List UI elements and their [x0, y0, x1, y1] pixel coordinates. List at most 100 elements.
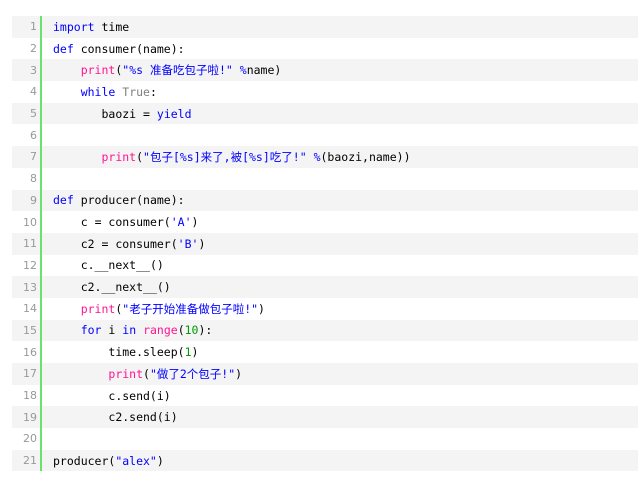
code-text: c2.send(i): [42, 410, 177, 424]
code-token: time: [94, 19, 130, 34]
code-token: consumer(: [108, 236, 178, 251]
line-number: 18: [12, 384, 42, 407]
code-line: 1 import time: [12, 16, 638, 38]
code-token: (: [136, 149, 144, 164]
code-line: 5 baozi = yield: [12, 102, 638, 125]
code-token: =: [94, 215, 102, 230]
code-token: def: [53, 41, 74, 56]
code-token: c: [80, 215, 95, 230]
code-text: c.__next__(): [42, 258, 164, 272]
code-token: "做了2个包子!": [149, 366, 236, 381]
code-token: c2: [80, 236, 102, 251]
code-token: :: [149, 84, 157, 99]
code-text: baozi = yield: [42, 106, 192, 121]
code-token: for: [80, 323, 102, 338]
code-token: consumer(: [101, 215, 171, 230]
code-token: c.__next__(): [80, 258, 164, 273]
code-line: 11 c2 = consumer('B'): [12, 232, 638, 255]
code-text: for i in range(10):: [42, 323, 213, 338]
line-number: 3: [12, 59, 42, 82]
code-token: c2.__next__(): [80, 280, 171, 295]
line-number: 21: [12, 449, 42, 472]
code-line: 6: [12, 124, 638, 147]
code-text: print("包子[%s]来了,被[%s]吃了!" %(baozi,name)): [42, 149, 411, 165]
code-block: 1 import time 2 def consumer(name): 3 print(…: [12, 16, 638, 472]
code-line: 2 def consumer(name):: [12, 37, 638, 60]
code-token: print: [101, 149, 137, 164]
code-line: 12 c.__next__(): [12, 254, 638, 277]
code-text: def consumer(name):: [42, 42, 185, 56]
code-token: 'B': [177, 236, 199, 251]
code-token: "包子[%s]来了,被[%s]吃了!": [143, 149, 307, 164]
code-text: c.send(i): [42, 388, 171, 403]
code-token: yield: [156, 106, 192, 121]
code-token: time.sleep(: [108, 345, 185, 360]
code-token: producer(name):: [73, 193, 185, 208]
line-number: 4: [12, 81, 42, 103]
code-token: print: [80, 301, 116, 316]
code-token: ):: [198, 323, 213, 338]
code-line: 13 c2.__next__(): [12, 276, 638, 298]
code-line: 18 c.send(i): [12, 384, 638, 407]
code-token: def: [53, 193, 74, 208]
line-number: 6: [12, 124, 42, 147]
code-token: =: [143, 106, 150, 121]
code-token: consumer(name):: [73, 41, 185, 56]
code-line: 17 print("做了2个包子!"): [12, 363, 638, 385]
code-token: range: [143, 323, 178, 338]
line-number: 8: [12, 167, 42, 190]
line-number: 17: [12, 363, 42, 385]
code-token: (baozi,name)): [320, 149, 411, 164]
code-token: ): [235, 366, 243, 381]
line-number: 12: [12, 254, 42, 277]
code-text: print("做了2个包子!"): [42, 366, 242, 382]
code-token: c.send(i): [108, 388, 171, 403]
code-text: import time: [42, 20, 129, 34]
line-number: 15: [12, 319, 42, 342]
code-text: c2.__next__(): [42, 280, 171, 294]
line-number: 7: [12, 146, 42, 168]
code-text: producer("alex"): [42, 454, 164, 468]
code-line: 9 def producer(name):: [12, 189, 638, 212]
code-token: print: [108, 366, 144, 381]
code-line: 10 c = consumer('A'): [12, 211, 638, 233]
code-token: while: [80, 84, 116, 99]
code-token: ): [156, 453, 164, 468]
code-text: c2 = consumer('B'): [42, 236, 206, 251]
code-token: ): [191, 215, 199, 230]
code-token: "老子开始准备做包子啦!": [122, 301, 259, 316]
line-number: 10: [12, 211, 42, 233]
code-token: "alex": [115, 453, 157, 468]
code-text: time.sleep(1): [42, 345, 198, 359]
code-token: name): [246, 63, 282, 78]
code-text: print("%s 准备吃包子啦!" %name): [42, 62, 282, 78]
line-number: 9: [12, 189, 42, 212]
code-line: 21 producer("alex"): [12, 449, 638, 472]
code-text: c = consumer('A'): [42, 215, 199, 230]
code-token: True: [122, 84, 150, 99]
code-token: ): [258, 301, 265, 316]
code-token: "%s 准备吃包子啦!": [122, 63, 233, 78]
code-line: 8: [12, 167, 638, 190]
code-token: (: [143, 366, 150, 381]
line-number: 11: [12, 232, 42, 255]
code-token: %: [313, 149, 321, 164]
code-token: in: [122, 323, 137, 338]
code-line: 3 print("%s 准备吃包子啦!" %name): [12, 59, 638, 82]
line-number: 5: [12, 102, 42, 125]
code-token: %: [239, 63, 247, 78]
code-token: print: [80, 63, 116, 78]
